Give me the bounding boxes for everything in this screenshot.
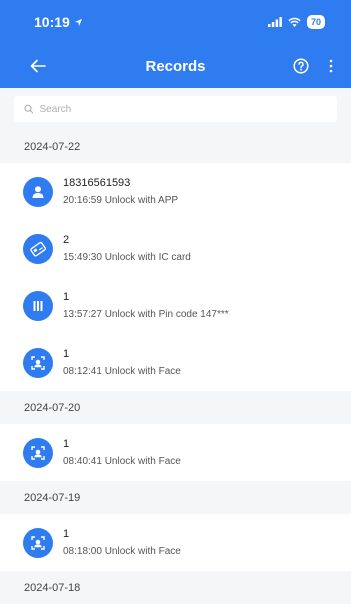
- record-user: 18316561593: [63, 177, 131, 189]
- record-text: 2 15:49:30 Unlock with IC card: [63, 234, 191, 263]
- face-icon: [31, 445, 45, 460]
- search-section: [0, 88, 351, 130]
- more-vertical-icon: [329, 59, 333, 73]
- back-button[interactable]: [30, 59, 46, 73]
- record-text: 1 08:18:00 Unlock with Face: [63, 528, 181, 557]
- record-detail: 20:16:59 Unlock with APP: [63, 195, 179, 206]
- face-icon: [31, 355, 45, 370]
- record-item[interactable]: 1 08:12:41 Unlock with Face: [0, 334, 351, 391]
- record-item[interactable]: 1 08:18:00 Unlock with Face: [0, 514, 351, 571]
- user-icon: [32, 185, 44, 198]
- nav-bar: Records: [0, 44, 351, 88]
- search-input[interactable]: [39, 103, 327, 115]
- location-arrow-icon: [74, 18, 82, 26]
- record-user: 2: [63, 234, 70, 246]
- nav-actions: [293, 58, 333, 74]
- record-item[interactable]: 18316561593 20:16:59 Unlock with APP: [0, 163, 351, 220]
- record-type-badge: [23, 176, 53, 207]
- record-detail: 08:12:41 Unlock with Face: [63, 366, 181, 377]
- record-text: 18316561593 20:16:59 Unlock with APP: [63, 177, 178, 206]
- status-indicators: 70: [267, 15, 325, 29]
- record-type-badge: [23, 437, 53, 468]
- records-list: 2024-07-22 18316561593 20:16:59 Unlock wit…: [0, 130, 351, 604]
- record-type-badge: [23, 347, 53, 378]
- record-item[interactable]: 1 13:57:27 Unlock with Pin code 147***: [0, 277, 351, 334]
- status-bar: 10:19 70: [0, 0, 351, 44]
- record-detail: 08:18:00 Unlock with Face: [63, 546, 181, 557]
- record-item[interactable]: 2 15:49:30 Unlock with IC card: [0, 220, 351, 277]
- search-bar[interactable]: [14, 96, 337, 122]
- status-time-text: 10:19: [34, 14, 70, 30]
- face-icon: [31, 535, 45, 550]
- record-user: 1: [63, 438, 70, 450]
- record-item[interactable]: 1 08:40:41 Unlock with Face: [0, 424, 351, 481]
- record-text: 1 13:57:27 Unlock with Pin code 147***: [63, 291, 229, 320]
- date-header: 2024-07-19: [0, 481, 351, 514]
- help-button[interactable]: [293, 58, 309, 74]
- ic-card-icon: [30, 241, 47, 257]
- status-time: 10:19: [34, 14, 83, 30]
- record-detail: 15:49:30 Unlock with IC card: [63, 252, 191, 263]
- date-header: 2024-07-20: [0, 391, 351, 424]
- cellular-signal-icon: [267, 17, 282, 27]
- wifi-icon: [288, 17, 301, 27]
- record-text: 1 08:40:41 Unlock with Face: [63, 438, 181, 467]
- battery-indicator: 70: [306, 15, 325, 29]
- record-type-badge: [23, 233, 53, 264]
- search-icon: [24, 104, 34, 114]
- back-arrow-icon: [30, 59, 46, 73]
- record-user: 1: [63, 348, 70, 360]
- record-text: 1 08:12:41 Unlock with Face: [63, 348, 181, 377]
- date-header: 2024-07-22: [0, 130, 351, 163]
- record-user: 1: [63, 528, 70, 540]
- help-icon: [293, 58, 309, 74]
- record-detail: 08:40:41 Unlock with Face: [63, 456, 181, 467]
- date-header: 2024-07-18: [0, 571, 351, 604]
- record-type-badge: [23, 527, 53, 558]
- record-detail: 13:57:27 Unlock with Pin code 147***: [63, 309, 229, 320]
- record-type-badge: [23, 290, 53, 321]
- record-user: 1: [63, 291, 70, 303]
- more-options-button[interactable]: [329, 59, 333, 73]
- app-header: 10:19 70 Records: [0, 0, 351, 88]
- keypad-icon: [33, 300, 43, 311]
